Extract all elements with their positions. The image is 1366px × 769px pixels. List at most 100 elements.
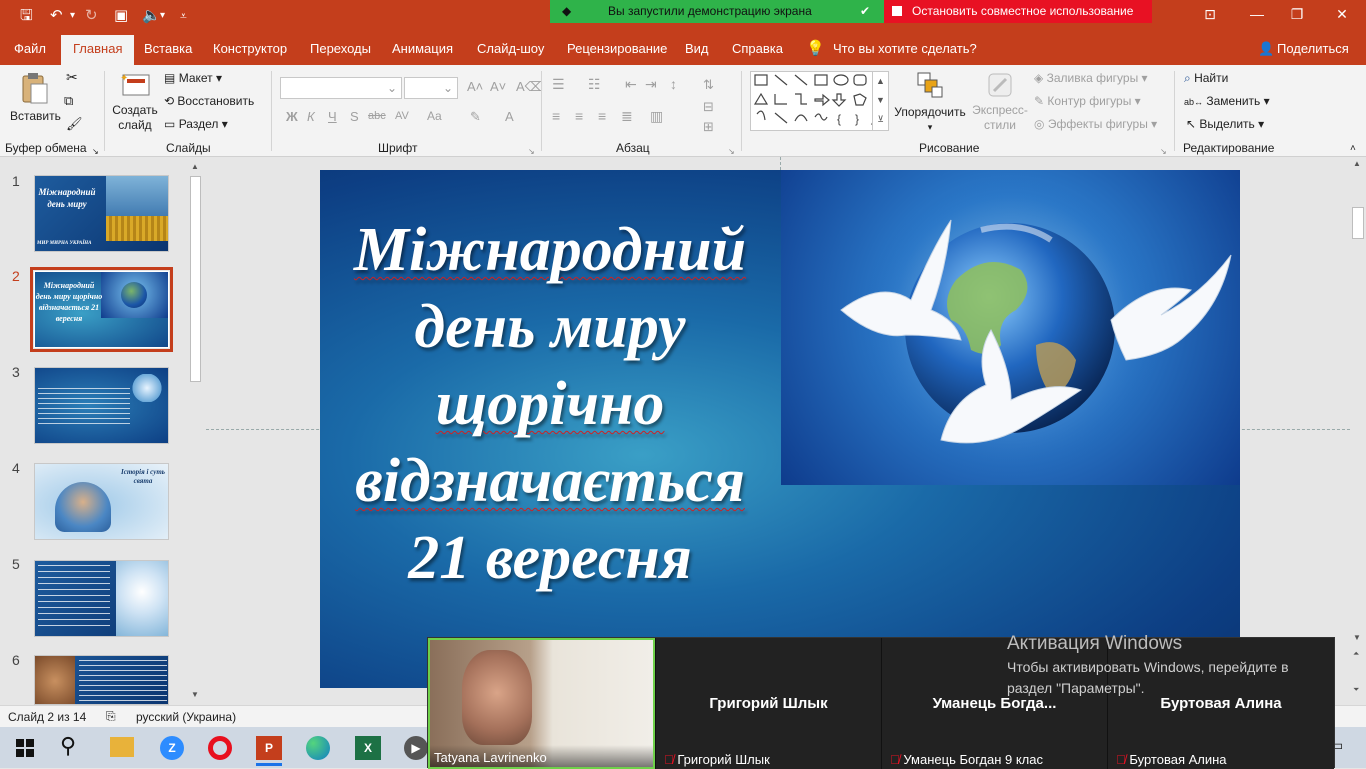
- cut-icon[interactable]: ✂: [66, 70, 78, 85]
- minimize-icon[interactable]: —: [1245, 6, 1269, 22]
- language-indicator[interactable]: русский (Украина): [136, 710, 236, 724]
- strikethrough-icon[interactable]: abc: [368, 109, 386, 124]
- tab-insert[interactable]: Вставка: [144, 33, 192, 65]
- slide-thumbnail-2[interactable]: Міжнародний день миру щорічно відзначаєт…: [30, 267, 173, 352]
- redo-icon[interactable]: ↻: [85, 7, 98, 25]
- decrease-indent-icon[interactable]: ⇤: [625, 77, 637, 92]
- close-icon[interactable]: ✕: [1330, 6, 1354, 23]
- globe-doves-image[interactable]: [781, 170, 1240, 485]
- bullets-icon[interactable]: ☰: [552, 77, 565, 92]
- spellcheck-icon[interactable]: ⎘: [106, 709, 116, 724]
- copy-icon[interactable]: ⧉: [64, 93, 73, 108]
- align-text-icon[interactable]: ⊟: [703, 99, 714, 114]
- start-slideshow-icon[interactable]: ▣: [114, 7, 128, 25]
- italic-button[interactable]: К: [307, 109, 315, 124]
- shapes-gallery-scroll[interactable]: ▲ ▼ ⊻: [872, 71, 889, 131]
- save-icon[interactable]: 🖫: [20, 7, 33, 25]
- replace-button[interactable]: ab↔ Заменить ▾: [1184, 94, 1270, 110]
- align-center-icon[interactable]: ≡: [575, 109, 583, 124]
- ribbon-options-icon[interactable]: ⊡: [1198, 6, 1222, 23]
- shrink-font-icon[interactable]: A˅: [490, 79, 506, 94]
- zoom-app-icon[interactable]: Z: [160, 736, 184, 760]
- bold-button[interactable]: Ж: [286, 109, 298, 124]
- tab-review[interactable]: Рецензирование: [567, 33, 667, 65]
- audio-icon[interactable]: 🔈: [142, 7, 161, 25]
- participant-tile[interactable]: Григорий Шлык 🎙̸ Григорий Шлык: [655, 638, 881, 769]
- tab-transitions[interactable]: Переходы: [310, 33, 371, 65]
- grow-font-icon[interactable]: A˄: [467, 79, 483, 94]
- font-family-combo[interactable]: ⌄: [280, 77, 402, 99]
- columns-icon[interactable]: ▥: [650, 109, 663, 124]
- collapse-ribbon-icon[interactable]: ˄: [1350, 141, 1356, 156]
- underline-button[interactable]: Ч: [328, 109, 337, 124]
- scrollbar-thumb[interactable]: [1352, 207, 1364, 239]
- tab-view[interactable]: Вид: [685, 33, 709, 65]
- slide-title-textbox[interactable]: Міжнародний день миру щорічно відзначаєт…: [320, 212, 780, 597]
- align-left-icon[interactable]: ≡: [552, 109, 560, 124]
- font-size-combo[interactable]: ⌄: [404, 77, 458, 99]
- slide-thumbnail-3[interactable]: [34, 367, 169, 444]
- format-painter-icon[interactable]: 🖌: [66, 116, 83, 131]
- edge-icon[interactable]: [306, 736, 330, 760]
- file-explorer-icon[interactable]: [110, 737, 134, 757]
- slide-thumbnail-6[interactable]: [34, 655, 169, 705]
- shape-fill-button[interactable]: ◈ Заливка фигуры ▾: [1034, 71, 1148, 86]
- customize-qat-icon[interactable]: ⩡: [180, 7, 187, 25]
- quick-styles-button[interactable]: Экспресс- стили: [972, 71, 1028, 133]
- reset-button[interactable]: ⟲ Восстановить: [164, 94, 254, 109]
- section-button[interactable]: ▭ Раздел ▾: [164, 117, 228, 132]
- tab-home[interactable]: Главная: [61, 35, 135, 65]
- line-spacing-icon[interactable]: ↕: [670, 77, 677, 92]
- tell-me-search[interactable]: Что вы хотите сделать?: [833, 33, 977, 65]
- excel-icon[interactable]: X: [355, 736, 381, 760]
- tab-slideshow[interactable]: Слайд-шоу: [477, 33, 544, 65]
- shape-outline-button[interactable]: ✎ Контур фигуры ▾: [1034, 94, 1141, 109]
- text-direction-icon[interactable]: ⇅: [703, 77, 714, 92]
- windows-start-icon[interactable]: [16, 739, 34, 757]
- smartart-icon[interactable]: ⊞: [703, 119, 714, 134]
- tab-help[interactable]: Справка: [732, 33, 783, 65]
- audio-dropdown-icon[interactable]: ▾: [160, 7, 165, 25]
- share-button[interactable]: Поделиться: [1277, 33, 1349, 65]
- font-color-icon[interactable]: A: [505, 109, 514, 124]
- undo-dropdown-icon[interactable]: ▾: [70, 7, 75, 25]
- editor-scrollbar[interactable]: ▲ ▼ ⏶ ⏷: [1350, 157, 1366, 705]
- align-right-icon[interactable]: ≡: [598, 109, 606, 124]
- new-slide-button[interactable]: ✦ Создать слайд: [110, 71, 160, 133]
- arrange-button[interactable]: Упорядочить ▾: [893, 71, 967, 135]
- find-button[interactable]: ⌕ Найти: [1184, 71, 1228, 86]
- undo-icon[interactable]: ↶: [50, 7, 63, 25]
- layout-button[interactable]: ▤ Макет ▾: [164, 71, 222, 86]
- opera-icon[interactable]: [208, 736, 232, 760]
- paste-button[interactable]: Вставить: [10, 71, 61, 124]
- slide-thumbnail-5[interactable]: [34, 560, 169, 637]
- prev-slide-icon[interactable]: ⏶: [1353, 649, 1359, 659]
- numbering-icon[interactable]: ☷: [588, 77, 601, 92]
- change-case-button[interactable]: Aa: [427, 109, 442, 124]
- search-icon[interactable]: ⚲: [60, 733, 76, 759]
- restore-icon[interactable]: ❐: [1285, 6, 1309, 23]
- tab-file[interactable]: Файл: [14, 33, 46, 65]
- shapes-gallery[interactable]: {}: [750, 71, 888, 131]
- highlight-icon[interactable]: ✎: [470, 109, 481, 124]
- stop-share-button[interactable]: Остановить совместное использование: [884, 0, 1152, 23]
- thumbnail-scrollbar[interactable]: ▲ ▼: [188, 160, 204, 705]
- scrollbar-thumb[interactable]: [190, 176, 201, 382]
- tab-animations[interactable]: Анимация: [392, 33, 453, 65]
- thumb-caption: МИР МИРНА УКРАЇНА: [37, 241, 92, 246]
- tab-design[interactable]: Конструктор: [213, 33, 287, 65]
- slide-thumbnail-4[interactable]: Історія і суть свята: [34, 463, 169, 540]
- powerpoint-icon[interactable]: P: [256, 736, 282, 760]
- next-slide-icon[interactable]: ⏷: [1353, 685, 1359, 695]
- media-player-icon[interactable]: ▶: [404, 736, 428, 760]
- increase-indent-icon[interactable]: ⇥: [645, 77, 657, 92]
- slide-thumbnail-1[interactable]: Міжнародний день миру МИР МИРНА УКРАЇНА: [34, 175, 169, 252]
- select-button[interactable]: ↖ Выделить ▾: [1186, 117, 1264, 132]
- char-spacing-button[interactable]: AV: [395, 109, 409, 124]
- justify-icon[interactable]: ≣: [621, 109, 633, 124]
- slide-canvas[interactable]: Міжнародний день миру щорічно відзначаєт…: [320, 170, 1240, 688]
- shape-effects-button[interactable]: ◎ Эффекты фигуры ▾: [1034, 117, 1157, 132]
- self-video-tile[interactable]: Tatyana Lavrinenko: [428, 638, 655, 769]
- clear-format-icon[interactable]: A⌫: [516, 79, 543, 94]
- shadow-button[interactable]: S: [350, 109, 359, 124]
